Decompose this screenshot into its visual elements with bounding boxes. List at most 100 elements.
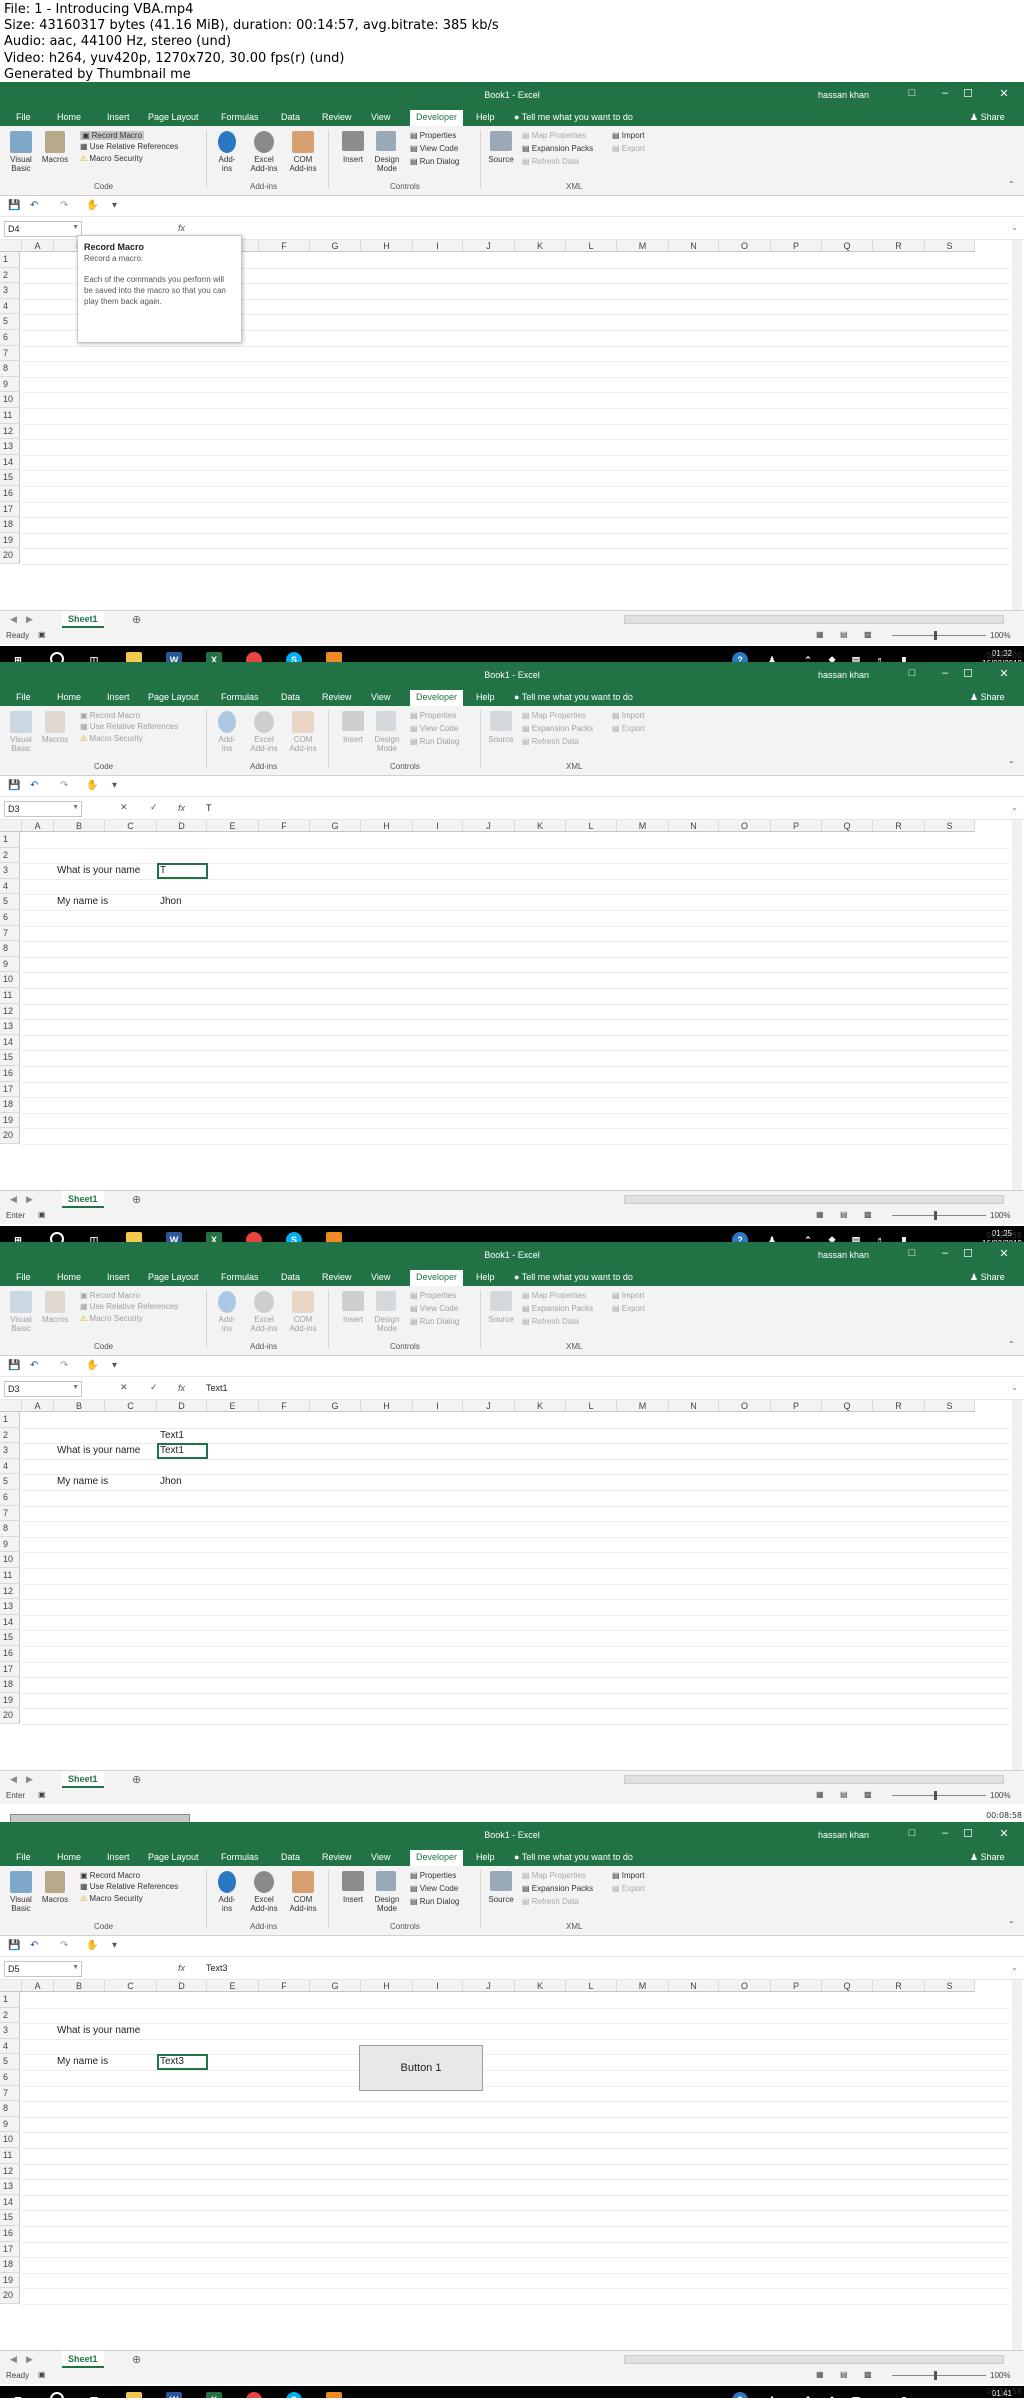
macros-button[interactable]: Macros	[38, 155, 72, 164]
map-properties-button[interactable]: ▤ Map Properties	[522, 1871, 586, 1880]
normal-view-icon[interactable]: ▦	[816, 1790, 824, 1799]
ribbon-display-icon[interactable]: □	[902, 667, 922, 679]
column-header[interactable]: N	[669, 240, 719, 252]
zoom-slider-thumb[interactable]	[934, 1211, 937, 1220]
volume-icon[interactable]: ♬	[872, 2392, 888, 2398]
row-header[interactable]: 7	[0, 925, 20, 942]
visual-basic-button[interactable]: Visual Basic	[4, 155, 38, 173]
record-macro-button[interactable]: ▣ Record Macro	[80, 131, 145, 140]
column-header[interactable]: O	[719, 1400, 771, 1412]
row-header[interactable]: 6	[0, 330, 20, 346]
expand-formula-bar-icon[interactable]: ⌄	[1011, 223, 1018, 232]
task-view-icon[interactable]: ◫	[86, 652, 102, 662]
source-button[interactable]: Source	[484, 155, 518, 164]
app-icon[interactable]	[326, 1232, 342, 1242]
import-button[interactable]: ▤ Import	[612, 131, 644, 140]
column-header[interactable]: B	[54, 820, 105, 832]
tab-developer[interactable]: Developer	[410, 110, 464, 126]
column-header[interactable]: R	[873, 820, 925, 832]
column-header[interactable]: M	[617, 1400, 669, 1412]
design-mode-button[interactable]: Design Mode	[370, 735, 404, 753]
expansion-packs-button[interactable]: ▤ Expansion Packs	[522, 1884, 593, 1893]
expand-formula-bar-icon[interactable]: ⌄	[1011, 1963, 1018, 1972]
column-header[interactable]: I	[413, 1400, 463, 1412]
cell-d5[interactable]: Jhon	[160, 894, 182, 909]
column-header[interactable]: K	[515, 240, 566, 252]
column-header[interactable]: R	[873, 1980, 925, 1992]
add-ins-button[interactable]: Add- ins	[212, 1895, 242, 1913]
column-header[interactable]: L	[566, 1980, 617, 1992]
row-header[interactable]: 9	[0, 1536, 20, 1553]
macro-record-icon[interactable]: ▣	[38, 1790, 46, 1799]
cell-b5[interactable]: My name is	[57, 894, 108, 909]
cell-d5[interactable]: Jhon	[160, 1474, 182, 1489]
macro-record-icon[interactable]: ▣	[38, 2370, 46, 2379]
tab-help[interactable]: Help	[476, 1272, 495, 1282]
column-header[interactable]: P	[771, 240, 822, 252]
row-header[interactable]: 8	[0, 941, 20, 957]
tab-file[interactable]: File	[16, 112, 31, 122]
column-header[interactable]: K	[515, 1400, 566, 1412]
page-break-icon[interactable]: ▩	[864, 2370, 872, 2379]
share-button[interactable]: ♟ Share	[970, 692, 1005, 703]
formula-input[interactable]: Text1	[206, 1383, 228, 1393]
close-icon[interactable]: ✕	[994, 1247, 1014, 1260]
row-header[interactable]: 16	[0, 1646, 20, 1662]
column-header[interactable]: P	[771, 820, 822, 832]
column-header[interactable]: M	[617, 240, 669, 252]
redo-icon[interactable]: ↷	[60, 780, 68, 791]
zoom-level[interactable]: 100%	[990, 1791, 1010, 1800]
refresh-data-button[interactable]: ▤ Refresh Data	[522, 1897, 579, 1906]
search-icon[interactable]	[50, 652, 64, 662]
zoom-slider[interactable]	[892, 1795, 986, 1796]
insert-function-icon[interactable]: fx	[178, 1383, 185, 1393]
minimize-icon[interactable]: –	[935, 87, 955, 99]
column-header[interactable]: A	[22, 240, 54, 252]
row-header[interactable]: 12	[0, 1003, 20, 1020]
customize-qat-icon[interactable]: ▾	[112, 200, 117, 211]
record-macro-button[interactable]: ▣ Record Macro	[80, 1291, 140, 1300]
refresh-data-button[interactable]: ▤ Refresh Data	[522, 157, 579, 166]
sheet-tab-sheet1[interactable]: Sheet1	[62, 1771, 104, 1788]
tab-data[interactable]: Data	[281, 1272, 300, 1282]
view-code-button[interactable]: ▤ View Code	[410, 724, 458, 733]
app-icon[interactable]	[326, 2392, 342, 2398]
tab-review[interactable]: Review	[322, 1852, 352, 1862]
excel-add-ins-button[interactable]: Excel Add-ins	[247, 735, 281, 753]
row-header[interactable]: 15	[0, 470, 20, 486]
battery-icon[interactable]: ▮	[896, 2392, 912, 2398]
normal-view-icon[interactable]: ▦	[816, 1210, 824, 1219]
row-header[interactable]: 14	[0, 1614, 20, 1631]
add-sheet-icon[interactable]: ⊕	[132, 1193, 141, 1206]
source-button[interactable]: Source	[484, 735, 518, 744]
scroll-right-icon[interactable]: ▶	[26, 1194, 33, 1205]
tab-view[interactable]: View	[371, 1272, 390, 1282]
column-header[interactable]: J	[463, 240, 515, 252]
row-header[interactable]: 9	[0, 956, 20, 973]
people-icon[interactable]: ♟	[764, 2392, 780, 2398]
tab-review[interactable]: Review	[322, 1272, 352, 1282]
row-header[interactable]: 18	[0, 1097, 20, 1113]
row-header[interactable]: 13	[0, 1019, 20, 1035]
row-header[interactable]: 4	[0, 2038, 20, 2055]
customize-qat-icon[interactable]: ▾	[112, 1360, 117, 1371]
column-header[interactable]: K	[515, 1980, 566, 1992]
import-button[interactable]: ▤ Import	[612, 711, 644, 720]
confirm-entry-icon[interactable]: ✓	[150, 802, 158, 813]
cell-b3[interactable]: What is your name	[57, 1443, 140, 1458]
refresh-data-button[interactable]: ▤ Refresh Data	[522, 737, 579, 746]
column-header[interactable]: C	[105, 1980, 157, 1992]
column-header[interactable]: H	[361, 1980, 413, 1992]
row-header[interactable]: 3	[0, 863, 20, 879]
column-header[interactable]: O	[719, 240, 771, 252]
column-header[interactable]: E	[207, 820, 259, 832]
horizontal-scrollbar[interactable]	[624, 2355, 1004, 2364]
column-header[interactable]: P	[771, 1980, 822, 1992]
tab-help[interactable]: Help	[476, 692, 495, 702]
scroll-left-icon[interactable]: ◀	[10, 1194, 17, 1205]
row-header[interactable]: 18	[0, 517, 20, 533]
word-icon[interactable]: W	[166, 652, 182, 662]
tab-review[interactable]: Review	[322, 692, 352, 702]
export-button[interactable]: ▤ Export	[612, 724, 645, 733]
minimize-icon[interactable]: –	[935, 1827, 955, 1839]
